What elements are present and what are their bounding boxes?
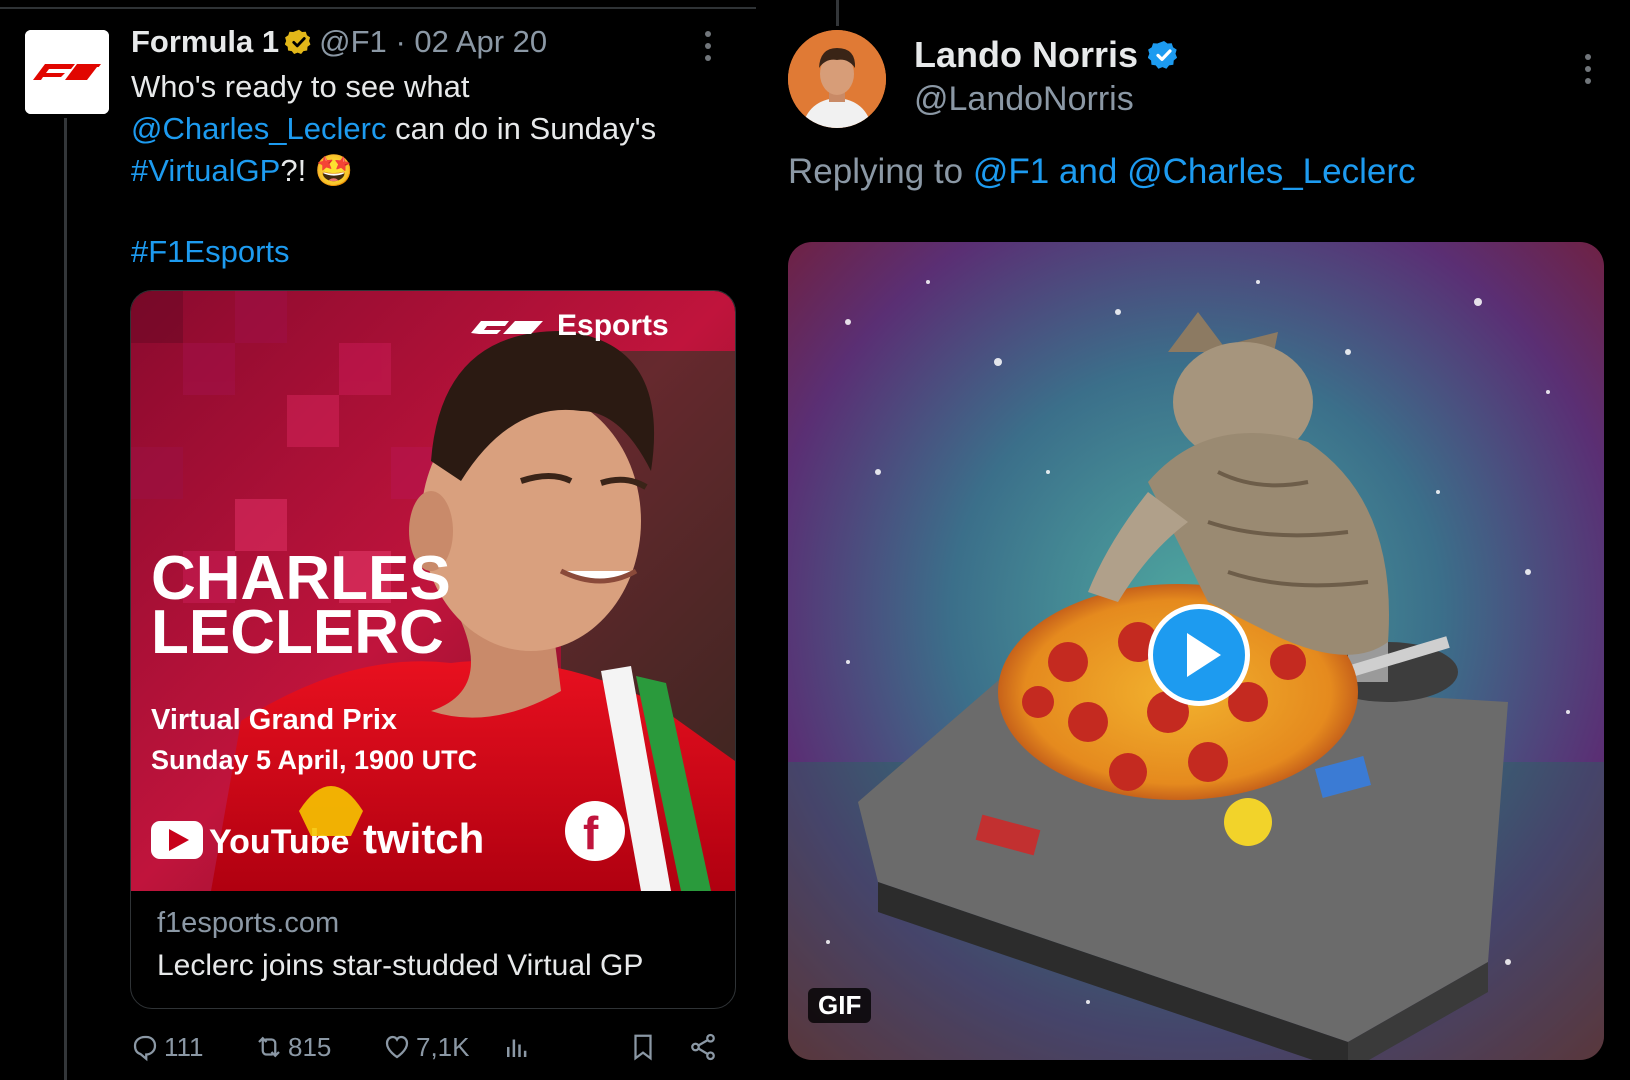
- tweet-text: Who's ready to see what @Charles_Leclerc…: [131, 66, 731, 192]
- author-handle[interactable]: @F1: [319, 24, 387, 59]
- bookmark-button[interactable]: [628, 1026, 662, 1068]
- replying-to-mentions[interactable]: @F1 and @Charles_Leclerc: [973, 152, 1416, 191]
- retweet-button[interactable]: 815: [254, 1026, 331, 1068]
- thread-line: [836, 0, 839, 26]
- views-icon: [507, 1039, 527, 1057]
- tweet-date[interactable]: 02 Apr 20: [414, 24, 547, 59]
- lando-reply-tweet: Lando Norris @LandoNorris Replying to @F…: [756, 0, 1630, 1080]
- promo-event: Virtual Grand Prix: [151, 704, 397, 736]
- share-icon: [691, 1033, 715, 1061]
- mention-link[interactable]: @Charles_Leclerc: [131, 111, 386, 146]
- promo-datetime: Sunday 5 April, 1900 UTC: [151, 745, 477, 775]
- heart-icon: [385, 1035, 409, 1059]
- promo-name-line2: LECLERC: [151, 598, 444, 667]
- more-vertical-icon[interactable]: [704, 30, 712, 62]
- tweet-text-part: ?!: [280, 153, 307, 188]
- gif-media[interactable]: GIF: [788, 242, 1604, 1060]
- author-name-row: Lando Norris: [914, 34, 1180, 76]
- gif-badge: GIF: [808, 988, 872, 1023]
- like-button[interactable]: 7,1K: [382, 1026, 470, 1068]
- avatar[interactable]: [788, 30, 886, 128]
- play-button[interactable]: [1148, 604, 1250, 706]
- author-name[interactable]: Lando Norris: [914, 34, 1138, 75]
- twitch-label: twitch: [363, 815, 484, 862]
- divider: [0, 7, 756, 9]
- like-count: 7,1K: [416, 1031, 470, 1062]
- retweet-count: 815: [288, 1031, 332, 1062]
- lando-avatar-image: [788, 30, 886, 128]
- card-image: Esports CHARLES LECLERC Virtual Grand Pr…: [131, 291, 735, 891]
- reply-button[interactable]: 111: [130, 1026, 204, 1068]
- separator-dot: ·: [395, 24, 406, 59]
- verified-blue-icon: [1147, 41, 1178, 69]
- leclerc-promo-image: Esports CHARLES LECLERC Virtual Grand Pr…: [131, 291, 735, 891]
- play-icon: [1187, 633, 1221, 677]
- reply-icon: [133, 1035, 157, 1062]
- tweet-header: Formula 1 @F1 · 02 Apr 20: [131, 24, 547, 60]
- hashtag-link[interactable]: #VirtualGP: [131, 153, 280, 188]
- f1-tweet: Formula 1 @F1 · 02 Apr 20 Who's ready to…: [0, 0, 756, 1080]
- replying-to: Replying to @F1 and @Charles_Leclerc: [788, 152, 1416, 192]
- author-handle[interactable]: @LandoNorris: [914, 80, 1134, 119]
- author-name[interactable]: Formula 1: [131, 24, 279, 59]
- retweet-icon: [258, 1036, 280, 1058]
- replying-prefix: Replying to: [788, 152, 964, 191]
- card-title: Leclerc joins star-studded Virtual GP: [157, 949, 644, 982]
- star-struck-emoji: 🤩: [314, 153, 354, 188]
- f1-logo-icon: [25, 30, 109, 114]
- views-button[interactable]: [502, 1026, 536, 1068]
- facebook-label: f: [583, 807, 599, 859]
- more-vertical-icon[interactable]: [1584, 52, 1592, 86]
- hashtag-link[interactable]: #F1Esports: [131, 234, 290, 270]
- share-button[interactable]: [688, 1026, 722, 1068]
- esports-label: Esports: [557, 309, 669, 342]
- tweet-text-part: can do in Sunday's: [395, 111, 657, 146]
- card-domain: f1esports.com: [157, 907, 340, 939]
- reply-count: 111: [164, 1031, 204, 1062]
- verified-gold-icon: [285, 29, 311, 55]
- link-card[interactable]: Esports CHARLES LECLERC Virtual Grand Pr…: [130, 290, 736, 1009]
- f1-avatar[interactable]: [25, 30, 109, 114]
- tweet-text-part: Who's ready to see what: [131, 69, 470, 104]
- bookmark-icon: [634, 1034, 652, 1061]
- thread-line: [64, 118, 67, 1080]
